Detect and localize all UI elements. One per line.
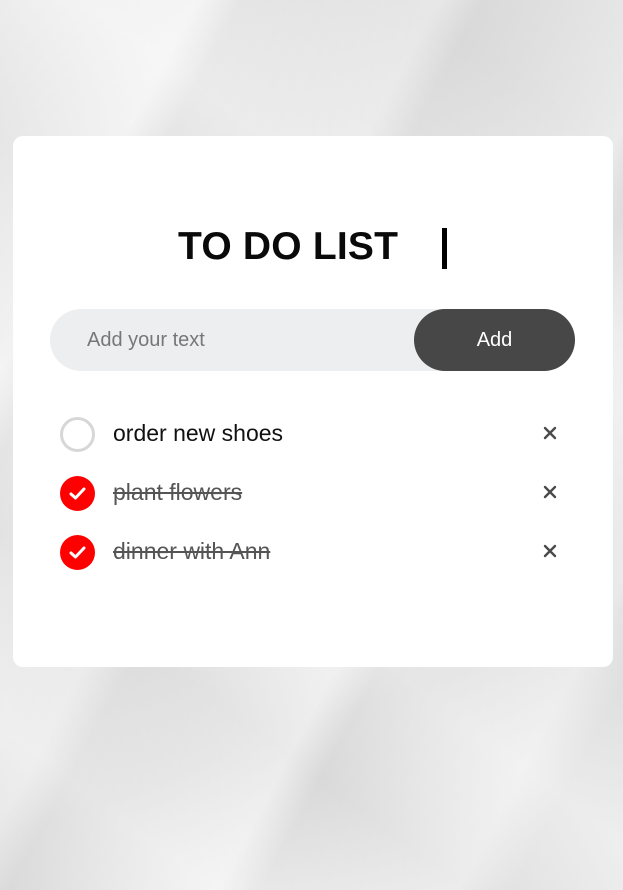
todo-item-text[interactable]: order new shoes [113,419,283,447]
page-title: TO DO LIST [178,225,399,268]
close-icon[interactable] [539,540,561,562]
todo-list: order new shoes plant flowers dinner wit… [0,403,623,580]
title-row: TO DO LIST [0,225,623,275]
todo-item-text[interactable]: plant flowers [113,478,242,506]
empty-circle-icon[interactable] [60,417,95,452]
todo-text-input[interactable] [50,309,410,371]
checkmark-circle-icon[interactable] [60,476,95,511]
todo-item[interactable]: order new shoes [0,403,623,462]
todo-item-text[interactable]: dinner with Ann [113,537,270,565]
todo-item[interactable]: plant flowers [0,462,623,521]
close-icon[interactable] [539,481,561,503]
add-button[interactable]: Add [414,309,575,371]
close-icon[interactable] [539,422,561,444]
checkmark-circle-icon[interactable] [60,535,95,570]
todo-card [13,136,613,667]
title-caret [442,228,447,269]
add-todo-form: Add [50,309,575,371]
todo-item[interactable]: dinner with Ann [0,521,623,580]
